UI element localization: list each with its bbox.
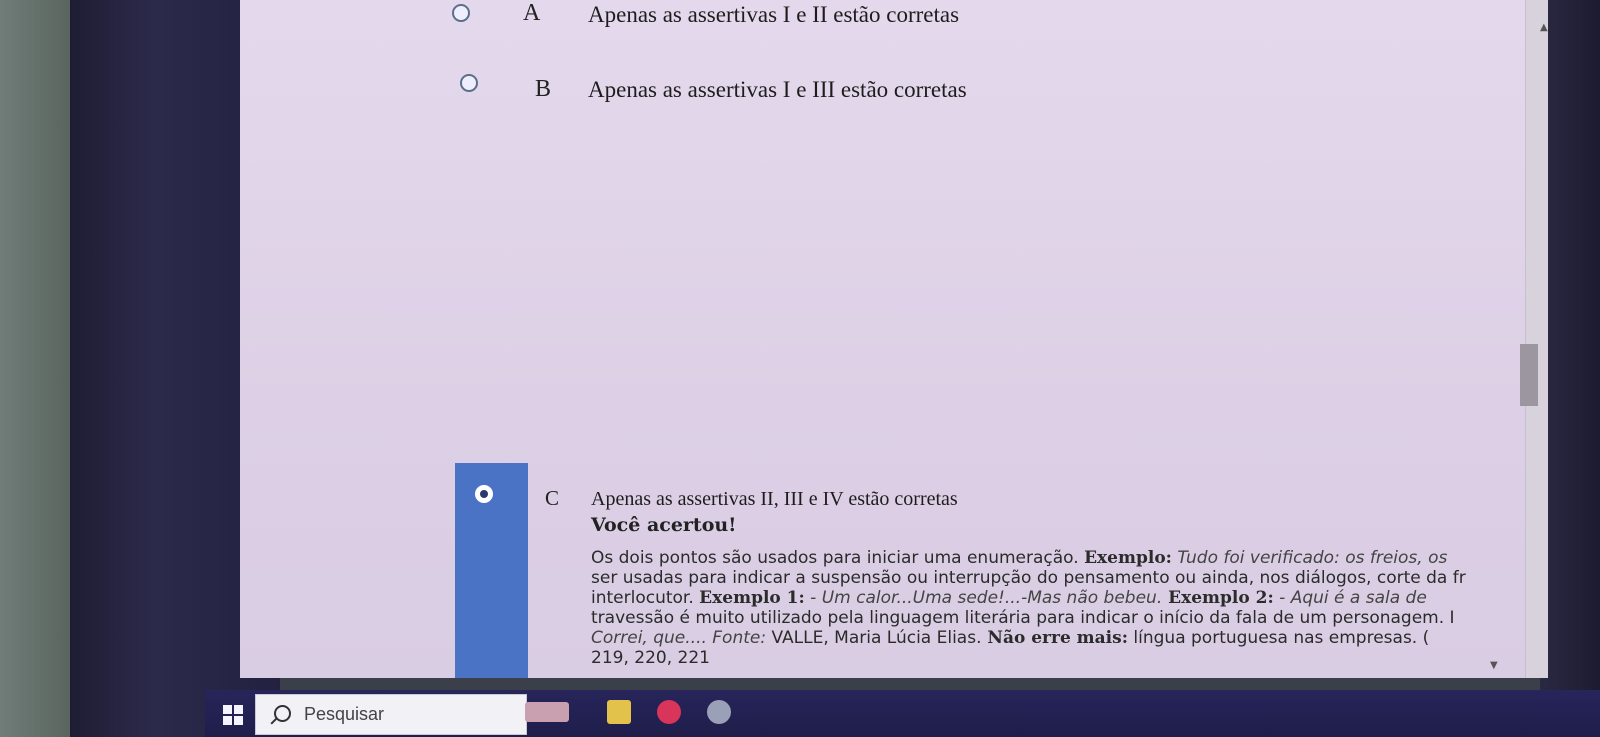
file-explorer-icon[interactable] <box>607 700 631 724</box>
taskbar-search-box[interactable]: Pesquisar <box>255 694 527 735</box>
explanation-line: travessão é muito utilizado pela linguag… <box>591 608 1455 628</box>
option-b-radio[interactable] <box>460 74 478 92</box>
option-c-radio[interactable] <box>475 485 493 503</box>
option-b-letter: B <box>535 76 552 102</box>
explanation-line: 219, 220, 221 <box>591 648 710 668</box>
correct-answer-highlight <box>455 463 528 678</box>
vertical-scrollbar[interactable] <box>1525 0 1548 678</box>
option-b-text[interactable]: Apenas as assertivas I e III estão corre… <box>588 77 967 103</box>
option-a-radio[interactable] <box>452 4 470 22</box>
cat-icon[interactable] <box>525 702 569 722</box>
option-c-text[interactable]: Apenas as assertivas II, III e IV estão … <box>591 488 958 511</box>
search-icon <box>274 705 291 722</box>
windows-taskbar: Pesquisar <box>205 690 1600 737</box>
explanation-line: Correi, que.... Fonte: VALLE, Maria Lúci… <box>591 628 1430 648</box>
scroll-down-arrow-icon[interactable]: ▼ <box>1490 660 1498 671</box>
explanation-line: interlocutor. Exemplo 1: - Um calor...Um… <box>591 588 1427 608</box>
feedback-explanation: Os dois pontos são usados para iniciar u… <box>591 548 1491 678</box>
scroll-up-arrow-icon[interactable]: ▲ <box>1540 22 1548 33</box>
search-placeholder: Pesquisar <box>304 704 385 724</box>
option-a-text[interactable]: Apenas as assertivas I e II estão corret… <box>588 2 959 28</box>
feedback-title: Você acertou! <box>591 514 737 536</box>
option-a-letter: A <box>523 0 541 26</box>
browser-icon[interactable] <box>657 700 681 724</box>
option-c-letter: C <box>545 486 560 510</box>
media-app-icon[interactable] <box>707 700 731 724</box>
monitor-bezel-right <box>1540 0 1600 737</box>
explanation-line: Os dois pontos são usados para iniciar u… <box>591 548 1448 568</box>
scrollbar-thumb[interactable] <box>1520 344 1538 406</box>
windows-start-icon[interactable] <box>223 705 243 725</box>
explanation-line: ser usadas para indicar a suspensão ou i… <box>591 568 1466 588</box>
